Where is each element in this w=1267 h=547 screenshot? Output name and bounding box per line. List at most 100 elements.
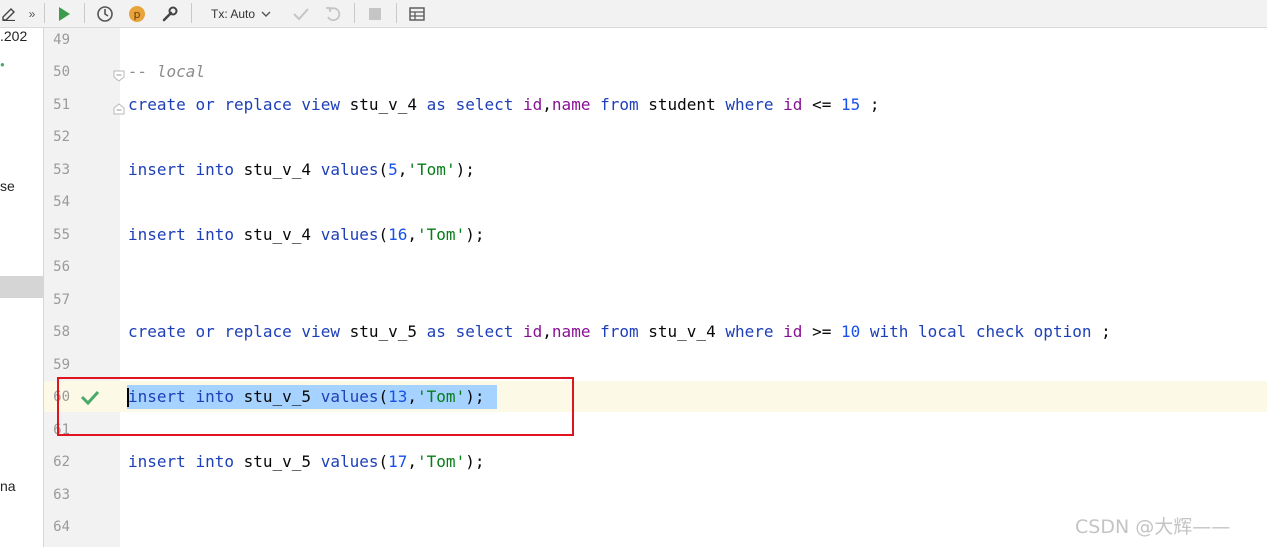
line-number: 57 bbox=[53, 292, 70, 308]
keyword: insert bbox=[128, 225, 186, 244]
operator: <= bbox=[812, 95, 832, 114]
status-dot-icon: ● bbox=[0, 60, 5, 69]
tx-mode-dropdown[interactable]: Tx: Auto bbox=[204, 0, 278, 27]
history-button[interactable] bbox=[94, 0, 116, 27]
line-number: 64 bbox=[53, 519, 70, 535]
keyword: values bbox=[320, 452, 379, 471]
watermark: CSDN @大辉—— bbox=[1075, 516, 1231, 538]
line-number: 59 bbox=[53, 357, 70, 373]
table-view-button[interactable] bbox=[406, 0, 428, 27]
rollback-button[interactable] bbox=[322, 0, 344, 27]
keyword: values bbox=[320, 160, 379, 179]
keyword: create bbox=[128, 95, 186, 114]
keyword: insert bbox=[128, 452, 186, 471]
line-number: 52 bbox=[53, 129, 70, 145]
keyword: select bbox=[455, 95, 514, 114]
keyword: replace bbox=[224, 95, 292, 114]
punctuation: , bbox=[542, 322, 552, 341]
keyword: with bbox=[869, 322, 909, 341]
line-number: 49 bbox=[53, 32, 70, 48]
wrench-icon bbox=[162, 6, 178, 21]
commit-button[interactable] bbox=[290, 0, 312, 27]
keyword: into bbox=[195, 452, 234, 471]
project-item-label[interactable]: .202 bbox=[0, 28, 27, 44]
settings-button[interactable] bbox=[158, 0, 182, 27]
keyword: select bbox=[455, 322, 514, 341]
keyword: local bbox=[918, 322, 967, 341]
undo-icon bbox=[326, 6, 341, 21]
punctuation: , bbox=[397, 160, 408, 179]
keyword: or bbox=[195, 95, 215, 114]
table-name: student bbox=[648, 95, 716, 114]
fold-marker-icon[interactable] bbox=[113, 100, 125, 119]
code-line-62[interactable]: insert into stu_v_5 values(17,'Tom'); bbox=[128, 452, 484, 472]
punctuation: , bbox=[407, 225, 418, 244]
keyword: where bbox=[725, 322, 774, 341]
project-item-label[interactable]: na bbox=[0, 478, 16, 494]
tx-mode-label: Tx: Auto bbox=[210, 6, 256, 21]
more-chevron-icon[interactable]: » bbox=[24, 0, 40, 27]
run-button[interactable] bbox=[54, 0, 74, 27]
chevron-down-icon bbox=[261, 11, 271, 17]
line-number: 51 bbox=[53, 97, 70, 113]
line-number: 56 bbox=[53, 259, 70, 275]
keyword: values bbox=[320, 225, 379, 244]
keyword: into bbox=[195, 225, 234, 244]
string-literal: 'Tom' bbox=[407, 160, 456, 179]
code-line-58[interactable]: create or replace view stu_v_5 as select… bbox=[128, 322, 1111, 342]
string-literal: 'Tom' bbox=[417, 225, 466, 244]
column-name: id bbox=[523, 322, 543, 341]
table-icon bbox=[409, 6, 425, 21]
line-number: 63 bbox=[53, 487, 70, 503]
keyword: as bbox=[426, 322, 446, 341]
number-literal: 10 bbox=[840, 322, 861, 341]
keyword: where bbox=[725, 95, 774, 114]
fold-marker-icon[interactable] bbox=[113, 67, 125, 86]
play-icon bbox=[59, 6, 70, 21]
code-line-53[interactable]: insert into stu_v_4 values(5,'Tom'); bbox=[128, 160, 475, 180]
keyword: replace bbox=[224, 322, 292, 341]
code-line-51[interactable]: create or replace view stu_v_4 as select… bbox=[128, 95, 880, 115]
column-name: id bbox=[523, 95, 543, 114]
keyword: or bbox=[195, 322, 215, 341]
keyword: option bbox=[1033, 322, 1092, 341]
keyword: view bbox=[301, 322, 340, 341]
svg-text:p: p bbox=[134, 8, 141, 21]
column-name: name bbox=[551, 95, 591, 114]
keyword: as bbox=[426, 95, 446, 114]
number-literal: 16 bbox=[388, 225, 408, 244]
line-number: 55 bbox=[53, 227, 70, 243]
punctuation: ( bbox=[378, 452, 389, 471]
punctuation: , bbox=[407, 452, 418, 471]
column-name: id bbox=[783, 95, 803, 114]
punctuation: ); bbox=[455, 160, 475, 179]
view-name: stu_v_5 bbox=[243, 452, 312, 471]
string-literal: 'Tom' bbox=[417, 452, 466, 471]
line-number: 53 bbox=[53, 162, 70, 178]
stop-icon bbox=[369, 7, 381, 20]
profile-button[interactable]: p bbox=[126, 0, 148, 27]
view-name: stu_v_4 bbox=[243, 225, 312, 244]
code-line-50[interactable]: -- local bbox=[128, 62, 205, 82]
view-name: stu_v_5 bbox=[349, 322, 418, 341]
code-line-55[interactable]: insert into stu_v_4 values(16,'Tom'); bbox=[128, 225, 484, 245]
keyword: create bbox=[128, 322, 186, 341]
keyword: insert bbox=[128, 160, 186, 179]
column-name: id bbox=[783, 322, 803, 341]
view-name: stu_v_4 bbox=[349, 95, 418, 114]
line-number: 50 bbox=[53, 64, 70, 80]
stop-button[interactable] bbox=[364, 0, 386, 27]
punctuation: ; bbox=[1101, 322, 1111, 341]
punctuation: ( bbox=[378, 160, 389, 179]
project-panel: .202 ● se na bbox=[0, 0, 44, 547]
project-item-selected[interactable] bbox=[0, 276, 43, 298]
p-badge-icon: p bbox=[129, 5, 145, 22]
keyword: check bbox=[975, 322, 1025, 341]
number-literal: 5 bbox=[388, 160, 398, 179]
project-item-label[interactable]: se bbox=[0, 178, 15, 194]
editor-toolbar: » p Tx: Auto bbox=[0, 0, 1267, 28]
sql-comment: -- local bbox=[128, 62, 206, 81]
keyword: into bbox=[195, 160, 234, 179]
edit-pencil-icon[interactable] bbox=[0, 0, 18, 27]
keyword: from bbox=[600, 322, 639, 341]
